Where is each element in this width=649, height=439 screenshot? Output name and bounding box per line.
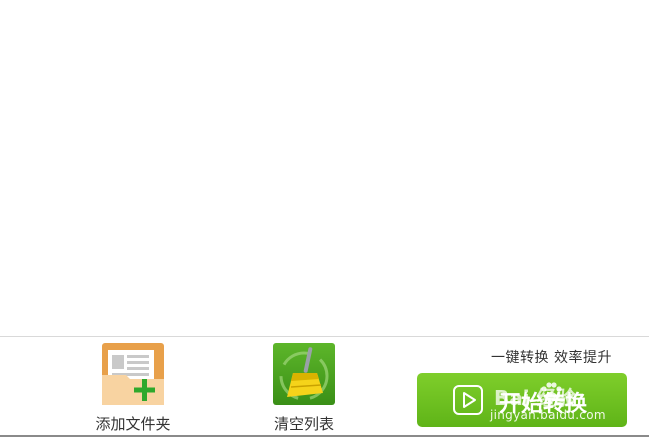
file-list-area[interactable]: [0, 0, 649, 336]
start-convert-button[interactable]: 开始转换: [417, 373, 627, 427]
clear-list-label: 清空列表: [273, 415, 334, 433]
add-folder-button[interactable]: 添加文件夹: [78, 337, 188, 433]
add-folder-icon: [102, 343, 164, 405]
clear-list-button[interactable]: 清空列表: [249, 337, 359, 433]
bottom-border: [0, 435, 649, 437]
start-convert-label: 开始转换: [499, 392, 588, 417]
add-folder-label: 添加文件夹: [95, 415, 171, 433]
play-icon: [453, 385, 483, 415]
app-window: 添加文件夹 清空列表 一键转换 效率提升 开始转换 Bai 经验 jingyan…: [0, 0, 649, 439]
bottom-toolbar: 添加文件夹 清空列表 一键转换 效率提升 开始转换 Bai 经验 jingyan…: [0, 337, 649, 439]
broom-icon: [273, 343, 335, 405]
slogan-text: 一键转换 效率提升: [491, 350, 612, 366]
